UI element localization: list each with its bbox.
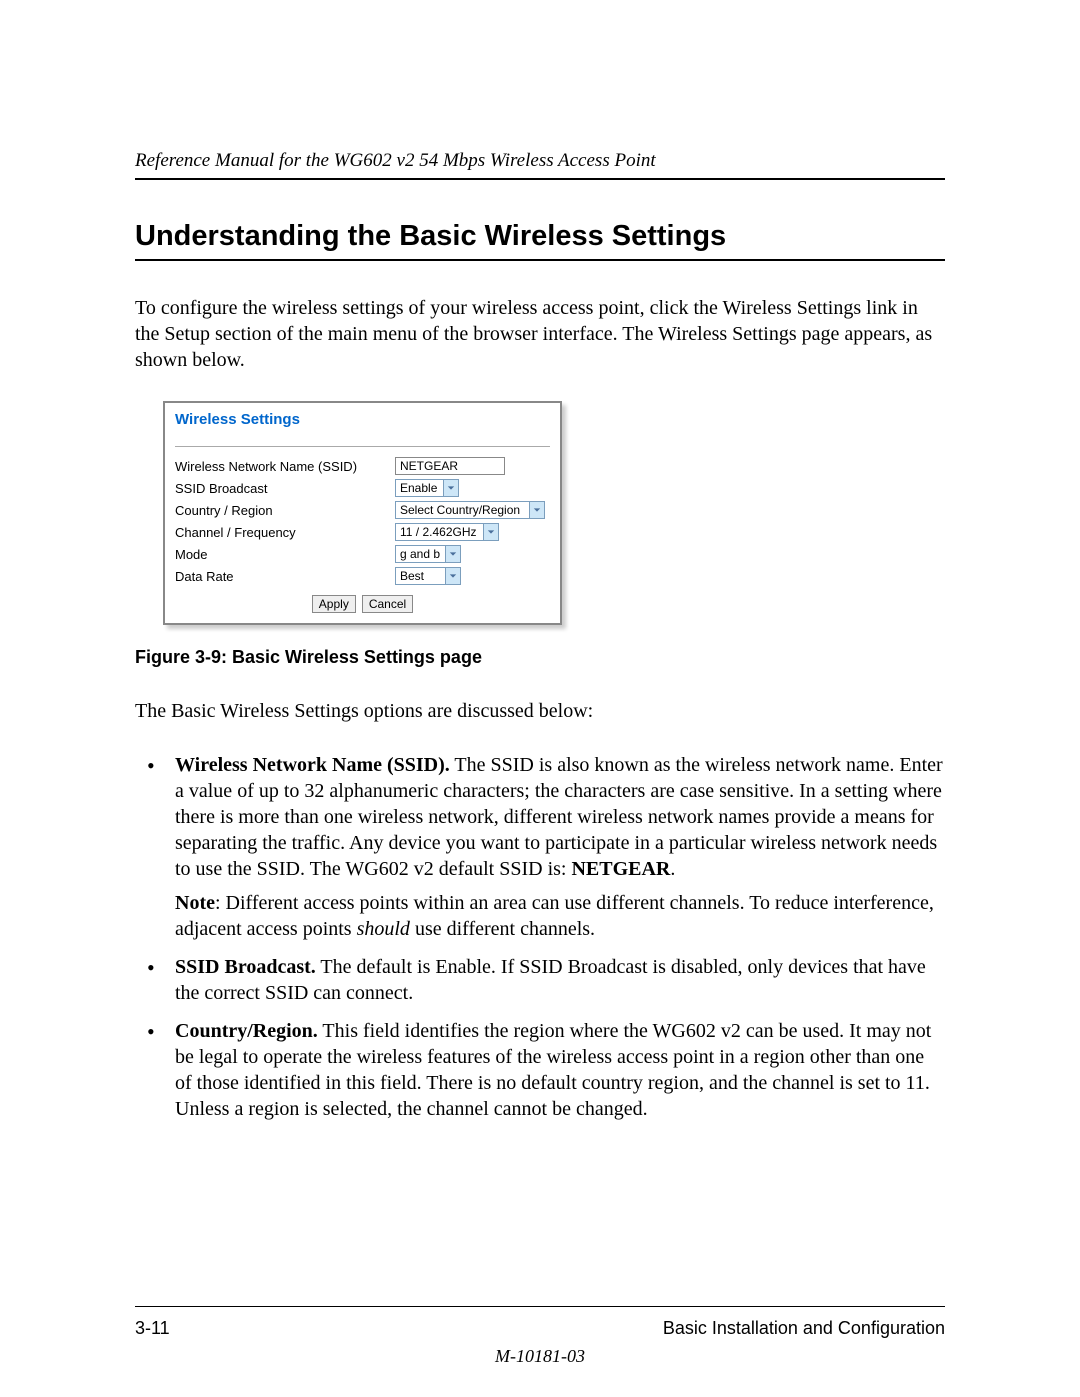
country-label: Country / Region [165, 499, 385, 521]
channel-select-value: 11 / 2.462GHz [400, 525, 477, 539]
mode-select-value: g and b [400, 547, 440, 561]
panel-divider [175, 446, 550, 447]
list-item: Country/Region. This field identifies th… [135, 1018, 945, 1122]
rate-select-value: Best [400, 569, 424, 583]
intro-paragraph: To configure the wireless settings of yo… [135, 295, 945, 373]
chevron-down-icon [445, 546, 460, 562]
item-term: SSID Broadcast. [175, 956, 316, 978]
item-tail: . [670, 858, 675, 880]
running-header: Reference Manual for the WG602 v2 54 Mbp… [135, 150, 945, 180]
apply-button[interactable]: Apply [312, 595, 356, 613]
chevron-down-icon [529, 502, 544, 518]
section-heading: Understanding the Basic Wireless Setting… [135, 220, 945, 261]
page-number: 3-11 [135, 1318, 170, 1339]
channel-select[interactable]: 11 / 2.462GHz [395, 523, 499, 541]
mode-label: Mode [165, 543, 385, 565]
wireless-settings-panel: Wireless Settings Wireless Network Name … [163, 401, 562, 625]
ssid-input[interactable]: NETGEAR [395, 457, 505, 475]
broadcast-select-value: Enable [400, 481, 437, 495]
country-select-value: Select Country/Region [400, 503, 520, 517]
broadcast-select[interactable]: Enable [395, 479, 459, 497]
chevron-down-icon [443, 480, 458, 496]
settings-list: Wireless Network Name (SSID). The SSID i… [135, 752, 945, 1122]
default-ssid: NETGEAR [571, 858, 670, 880]
channel-label: Channel / Frequency [165, 521, 385, 543]
mode-select[interactable]: g and b [395, 545, 461, 563]
figure-caption: Figure 3-9: Basic Wireless Settings page [135, 647, 945, 668]
panel-title: Wireless Settings [165, 403, 560, 430]
chevron-down-icon [483, 524, 498, 540]
broadcast-label: SSID Broadcast [165, 477, 385, 499]
rate-label: Data Rate [165, 565, 385, 587]
chevron-down-icon [445, 568, 460, 584]
list-item: Wireless Network Name (SSID). The SSID i… [135, 752, 945, 942]
document-id: M-10181-03 [0, 1346, 1080, 1367]
note-em: should [357, 918, 410, 940]
note-text-b: use different channels. [410, 918, 595, 940]
footer-rule [135, 1306, 945, 1307]
cancel-button[interactable]: Cancel [362, 595, 413, 613]
item-term: Wireless Network Name (SSID). [175, 754, 450, 776]
settings-table: Wireless Network Name (SSID) NETGEAR SSI… [165, 455, 560, 587]
note-label: Note [175, 892, 215, 914]
rate-select[interactable]: Best [395, 567, 461, 585]
item-term: Country/Region. [175, 1020, 318, 1042]
chapter-name: Basic Installation and Configuration [663, 1318, 945, 1339]
list-item: SSID Broadcast. The default is Enable. I… [135, 954, 945, 1006]
country-select[interactable]: Select Country/Region [395, 501, 545, 519]
lead-paragraph: The Basic Wireless Settings options are … [135, 698, 945, 724]
ssid-label: Wireless Network Name (SSID) [165, 455, 385, 477]
